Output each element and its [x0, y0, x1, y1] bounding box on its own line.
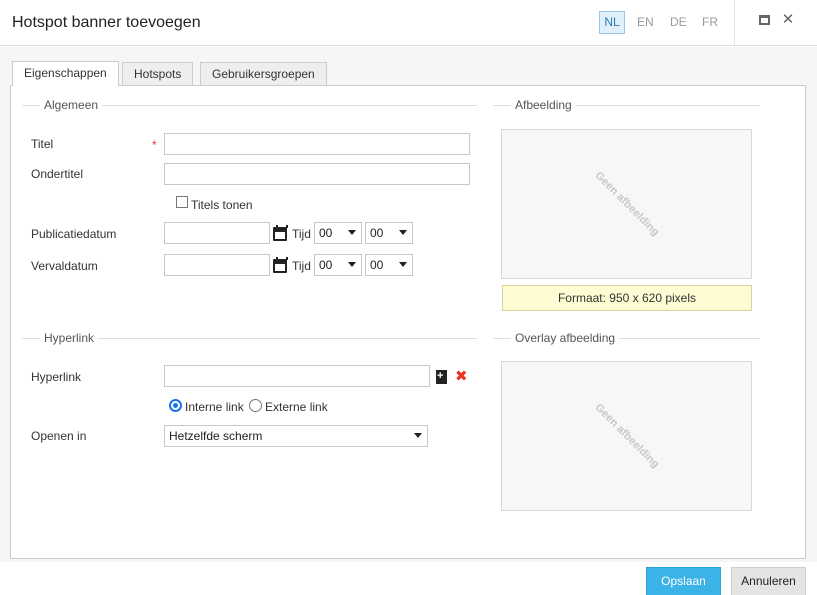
chevron-down-icon [348, 262, 356, 267]
language-de-button[interactable]: DE [665, 11, 692, 34]
tab-gebruikersgroepen[interactable]: Gebruikersgroepen [200, 62, 327, 86]
tab-eigenschappen[interactable]: Eigenschappen [12, 61, 119, 86]
section-title-overlay: Overlay afbeelding [511, 331, 620, 345]
section-title-algemeen: Algemeen [40, 98, 103, 112]
openen-in-label: Openen in [31, 429, 87, 443]
add-file-icon[interactable] [436, 369, 447, 384]
chevron-down-icon [348, 230, 356, 235]
dialog-title: Hotspot banner toevoegen [12, 14, 201, 31]
vervaldatum-label: Vervaldatum [31, 259, 98, 273]
section-title-afbeelding: Afbeelding [511, 98, 576, 112]
ondertitel-label: Ondertitel [31, 167, 84, 181]
remove-icon[interactable]: ✖ [455, 369, 468, 384]
openen-in-select[interactable]: Hetzelfde scherm [164, 425, 428, 447]
language-en-button[interactable]: EN [632, 11, 659, 34]
language-fr-button[interactable]: FR [697, 11, 723, 34]
verval-hour-value: 00 [319, 258, 333, 272]
afbeelding-placeholder: Geen afbeelding [592, 169, 661, 239]
verval-minute-value: 00 [370, 258, 384, 272]
chevron-down-icon [399, 230, 407, 235]
calendar-icon[interactable] [273, 225, 288, 241]
titel-input[interactable] [164, 133, 470, 155]
interne-link-label: Interne link [185, 400, 244, 414]
dialog-titlebar: Hotspot banner toevoegen NL EN DE FR ✕ [0, 0, 817, 46]
titels-tonen-checkbox[interactable] [176, 196, 188, 208]
publicatie-minute-select[interactable]: 00 [365, 222, 413, 244]
verval-hour-select[interactable]: 00 [314, 254, 362, 276]
chevron-down-icon [414, 433, 422, 438]
interne-link-radio[interactable] [169, 399, 182, 412]
language-nl-button[interactable]: NL [599, 11, 625, 34]
afbeelding-dropzone[interactable]: Geen afbeelding [501, 129, 752, 279]
tijd-label: Tijd [292, 259, 311, 273]
titlebar-divider [734, 0, 735, 46]
format-note: Formaat: 950 x 620 pixels [502, 285, 752, 311]
titel-label: Titel [31, 137, 54, 151]
chevron-down-icon [399, 262, 407, 267]
tijd-label: Tijd [292, 227, 311, 241]
titels-tonen-label: Titels tonen [191, 198, 253, 212]
maximize-icon[interactable] [757, 12, 773, 28]
hyperlink-label: Hyperlink [31, 370, 82, 384]
publicatiedatum-input[interactable] [164, 222, 270, 244]
cancel-button[interactable]: Annuleren [731, 567, 806, 595]
calendar-icon[interactable] [273, 257, 288, 273]
required-marker: * [152, 138, 157, 152]
tab-hotspots[interactable]: Hotspots [122, 62, 194, 86]
externe-link-label: Externe link [265, 400, 328, 414]
close-icon[interactable]: ✕ [780, 12, 796, 28]
hyperlink-input[interactable] [164, 365, 430, 387]
publicatie-minute-value: 00 [370, 226, 384, 240]
publicatie-hour-select[interactable]: 00 [314, 222, 362, 244]
overlay-placeholder: Geen afbeelding [592, 401, 661, 471]
overlay-afbeelding-dropzone[interactable]: Geen afbeelding [501, 361, 752, 511]
publicatiedatum-label: Publicatiedatum [31, 227, 117, 241]
externe-link-radio[interactable] [249, 399, 262, 412]
section-title-hyperlink: Hyperlink [40, 331, 99, 345]
publicatie-hour-value: 00 [319, 226, 333, 240]
ondertitel-input[interactable] [164, 163, 470, 185]
vervaldatum-input[interactable] [164, 254, 270, 276]
openen-in-value: Hetzelfde scherm [169, 429, 263, 443]
verval-minute-select[interactable]: 00 [365, 254, 413, 276]
save-button[interactable]: Opslaan [646, 567, 721, 595]
